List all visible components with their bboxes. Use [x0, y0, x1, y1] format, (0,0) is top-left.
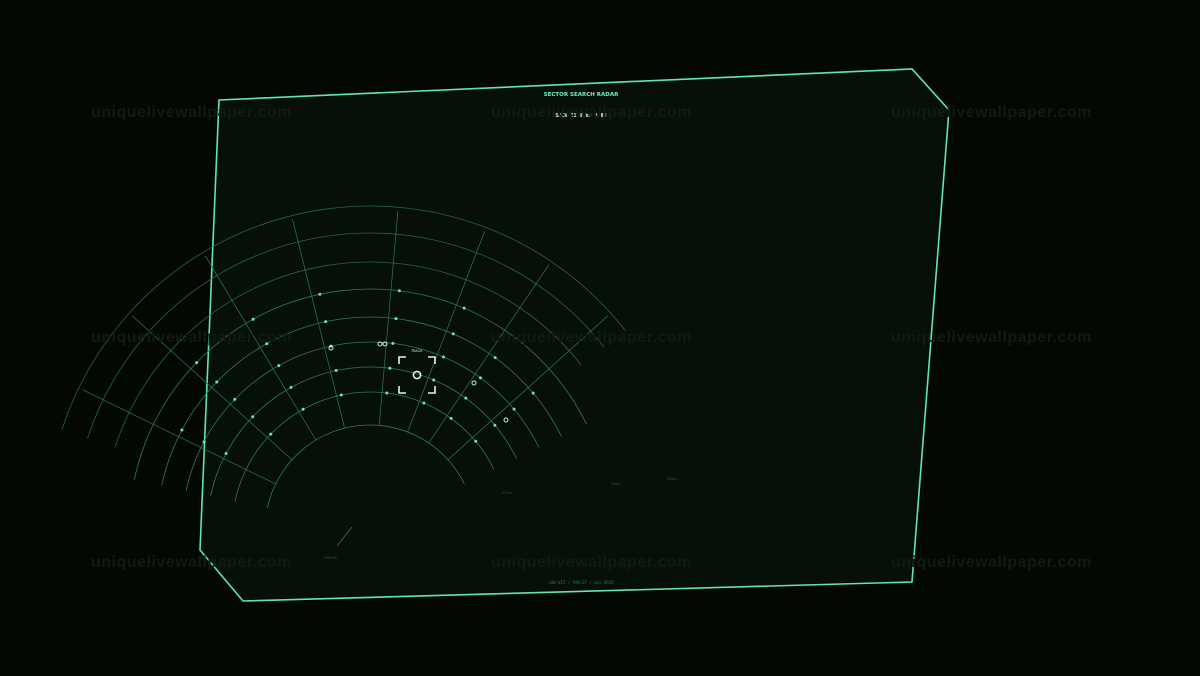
grid-node	[277, 364, 281, 368]
watermark: uniquelivewallpaper.com	[491, 104, 692, 121]
range-label: 27km	[502, 491, 512, 495]
watermark: uniquelivewallpaper.com	[91, 554, 292, 571]
grid-node	[324, 320, 328, 324]
grid-node	[301, 407, 305, 411]
watermark: uniquelivewallpaper.com	[491, 554, 692, 571]
origin-label: ORIGIN	[324, 556, 337, 560]
grid-node	[289, 385, 293, 389]
grid-node	[462, 306, 466, 310]
range-label: 45km	[667, 477, 677, 481]
grid-node	[493, 356, 497, 360]
grid-node	[318, 292, 322, 296]
grid-node	[464, 396, 468, 400]
grid-node	[251, 415, 255, 419]
range-label: 36km	[611, 482, 621, 486]
grid-node	[215, 380, 219, 384]
watermark: uniquelivewallpaper.com	[91, 329, 292, 346]
grid-node	[449, 416, 453, 420]
grid-node	[388, 366, 392, 370]
watermark: uniquelivewallpaper.com	[491, 329, 692, 346]
grid-node	[269, 432, 273, 436]
grid-node	[512, 407, 516, 411]
grid-node	[180, 428, 184, 432]
watermark: uniquelivewallpaper.com	[891, 329, 1092, 346]
grid-node	[422, 401, 426, 405]
grid-node	[339, 393, 343, 397]
grid-node	[493, 423, 497, 427]
watermark: uniquelivewallpaper.com	[91, 104, 292, 121]
grid-node	[385, 391, 389, 395]
grid-node	[441, 355, 445, 359]
watermark: uniquelivewallpaper.com	[891, 104, 1092, 121]
grid-node	[394, 317, 398, 321]
radar-title: SECTOR SEARCH RADAR	[544, 92, 619, 98]
grid-node	[474, 439, 478, 443]
target-label: TRACK	[410, 349, 423, 353]
grid-node	[334, 369, 338, 373]
grid-node	[233, 397, 237, 401]
watermark: uniquelivewallpaper.com	[891, 554, 1092, 571]
grid-node	[479, 376, 483, 380]
grid-node	[397, 289, 401, 293]
grid-node	[451, 332, 455, 336]
grid-node	[432, 378, 436, 382]
grid-node	[391, 341, 395, 345]
grid-node	[195, 361, 199, 365]
panel-footer: LOW-VIZ / PAN.ET / pix GRID	[548, 580, 614, 585]
grid-node	[202, 440, 206, 444]
grid-node	[224, 451, 228, 455]
grid-node	[251, 317, 255, 321]
grid-node	[531, 391, 535, 395]
